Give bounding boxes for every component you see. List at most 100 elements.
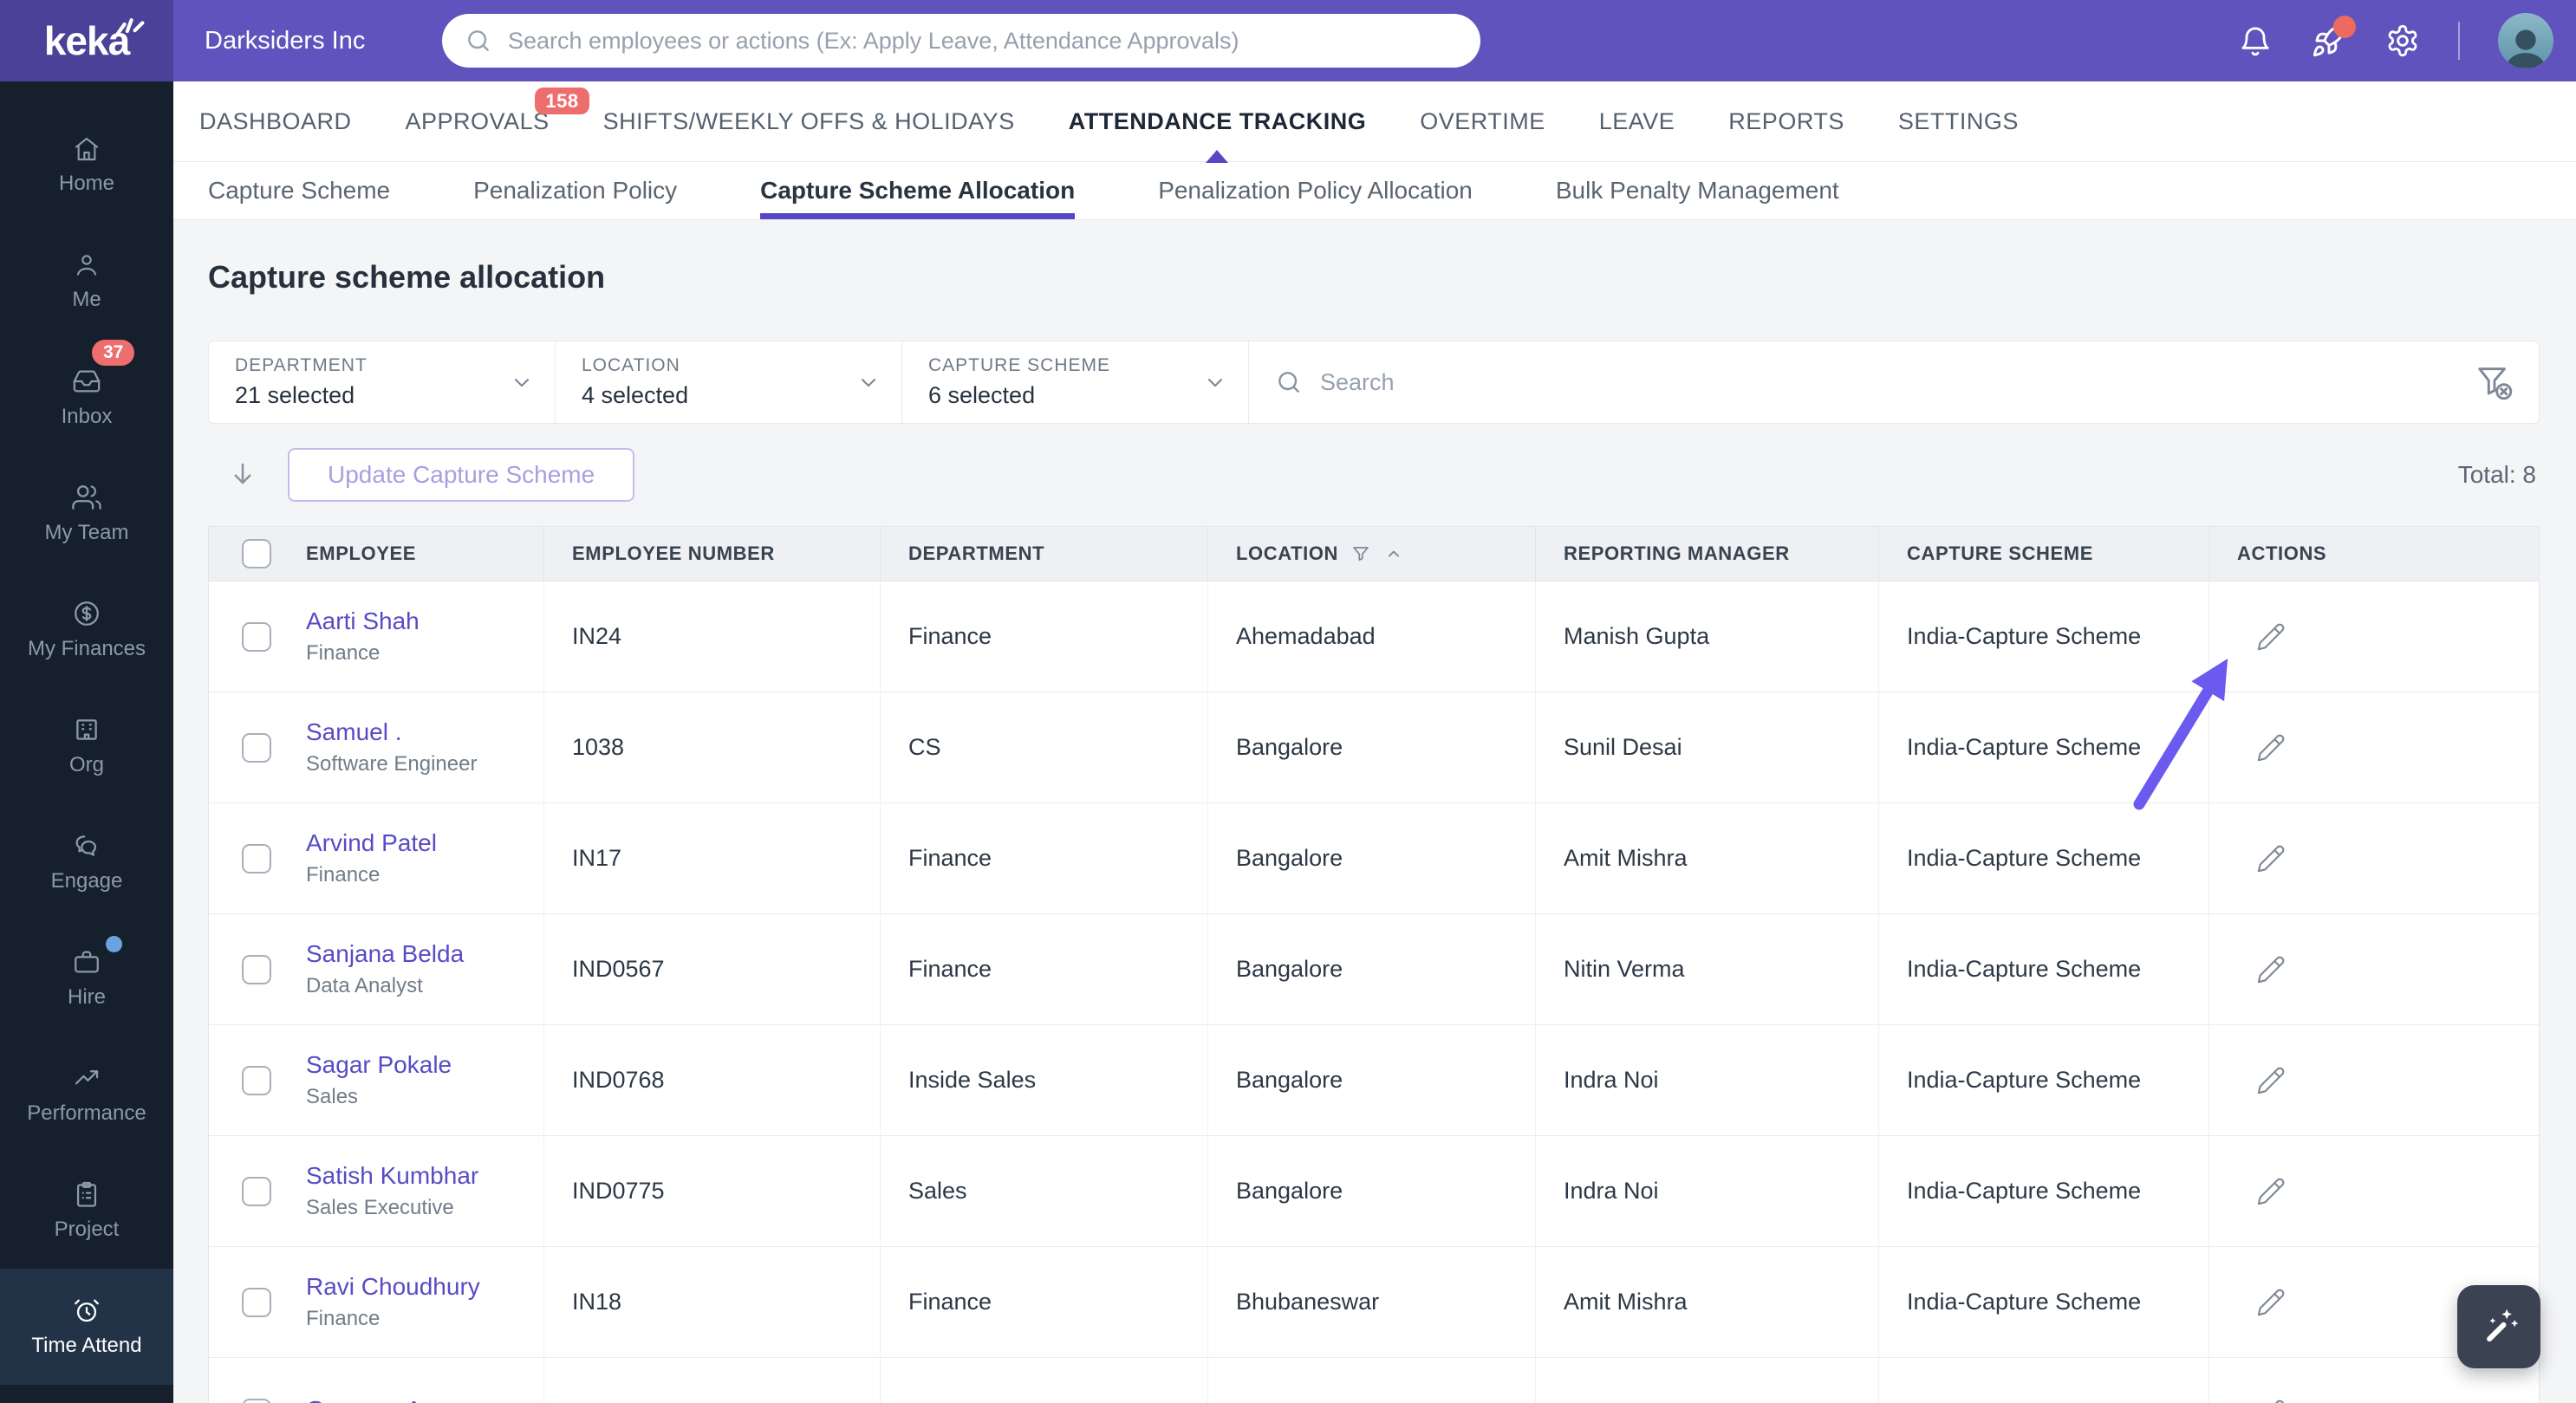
tab-overtime[interactable]: OVERTIME [1420,108,1545,135]
subtab-penalization-policy-allocation[interactable]: Penalization Policy Allocation [1158,162,1473,219]
edit-pencil-icon[interactable] [2256,733,2286,763]
clear-filters-button[interactable] [2469,341,2539,423]
user-avatar[interactable] [2498,13,2553,68]
tab-leave[interactable]: LEAVE [1599,108,1675,135]
table-row: Satish Kumbhar Sales Executive IND0775 Sa… [209,1136,2539,1247]
row-checkbox[interactable] [242,1398,271,1403]
sidebar-item-inbox[interactable]: 37 Inbox [0,340,173,456]
app-root: keka Darksiders Inc Search employees or … [0,0,2576,1403]
table-toolbar: Update Capture Scheme Total: 8 [208,424,2540,526]
col-location: LOCATION [1236,542,1339,564]
employee-link[interactable]: Arvind Patel [306,829,437,857]
sidebar-item-performance[interactable]: Performance [0,1036,173,1153]
chevron-down-icon [514,379,530,387]
department-filter-dropdown[interactable]: DEPARTMENT 21 selected [209,341,556,423]
whats-new-rocket-icon[interactable] [2311,16,2356,59]
edit-pencil-icon[interactable] [2256,1177,2286,1206]
subtab-capture-scheme[interactable]: Capture Scheme [208,162,390,219]
employee-link[interactable]: Ravi Choudhury [306,1273,480,1301]
department-cell: Finance [881,803,1208,913]
department-cell: CS [881,692,1208,802]
download-arrow-icon[interactable] [227,459,258,490]
sidebar-item-hire[interactable]: Hire [0,920,173,1036]
employee-link[interactable]: Sanjana Belda [306,940,464,968]
edit-pencil-icon[interactable] [2256,622,2286,652]
location-cell: Bangalore [1208,692,1536,802]
topbar-divider [2458,22,2460,60]
magic-wand-button[interactable] [2457,1285,2540,1368]
scheme-cell: India-Capture Scheme [1879,581,2209,692]
subtab-capture-scheme-allocation[interactable]: Capture Scheme Allocation [760,162,1076,219]
sidebar-item-my-team[interactable]: My Team [0,456,173,572]
tab-approvals[interactable]: APPROVALS 158 [406,87,589,135]
row-checkbox[interactable] [242,954,271,984]
chevron-down-icon [1207,379,1223,387]
sidebar-item-project[interactable]: Project [0,1153,173,1269]
employee-number-cell: IN24 [544,581,881,692]
table-search-input[interactable] [1318,367,2443,397]
select-all-checkbox[interactable] [242,539,271,568]
location-cell: Bhubaneswar [1208,1247,1536,1357]
sidebar-item-me[interactable]: Me [0,224,173,340]
employee-link[interactable]: Sagar Pokale [306,1051,452,1079]
row-checkbox[interactable] [242,732,271,763]
edit-pencil-icon[interactable] [2256,1399,2286,1403]
location-filter-icon[interactable] [1350,543,1371,564]
employee-link[interactable]: Aarti Shah [306,607,420,635]
notifications-bell-icon[interactable] [2238,23,2273,58]
global-search-input[interactable] [506,26,1472,55]
hire-notification-dot [106,936,122,952]
row-checkbox[interactable] [242,1287,271,1317]
employee-number-cell: IN19 [544,1358,881,1403]
subtab-bulk-penalty-management[interactable]: Bulk Penalty Management [1556,162,1839,219]
employee-link[interactable]: Granger, Amy [306,1396,454,1403]
sidebar-item-engage[interactable]: Engage [0,804,173,920]
edit-pencil-icon[interactable] [2256,1066,2286,1095]
row-checkbox[interactable] [242,1065,271,1095]
tab-reports[interactable]: REPORTS [1728,108,1844,135]
sidebar-item-home[interactable]: Home [0,107,173,224]
clipboard-icon [76,1181,97,1207]
subtab-penalization-policy[interactable]: Penalization Policy [473,162,677,219]
row-checkbox[interactable] [242,843,271,874]
capture-scheme-filter-dropdown[interactable]: CAPTURE SCHEME 6 selected [902,341,1249,423]
sidebar-item-my-finances[interactable]: My Finances [0,572,173,688]
location-filter-dropdown[interactable]: LOCATION 4 selected [556,341,902,423]
home-icon [75,137,99,161]
table-search[interactable] [1249,341,2469,423]
row-checkbox[interactable] [242,621,271,652]
sidebar-item-time-attend[interactable]: Time Attend [0,1269,173,1385]
col-department: DEPARTMENT [881,527,1208,581]
employee-role: Software Engineer [306,752,478,776]
employee-number-cell: IN18 [544,1247,881,1357]
edit-pencil-icon[interactable] [2256,844,2286,874]
employee-link[interactable]: Samuel . [306,718,477,746]
tab-attendance-tracking[interactable]: ATTENDANCE TRACKING [1069,108,1366,135]
tab-dashboard[interactable]: DASHBOARD [199,108,352,135]
trending-up-icon [75,1070,99,1085]
location-sort-icon[interactable] [1383,543,1404,564]
update-capture-scheme-button[interactable]: Update Capture Scheme [288,448,635,502]
employee-role: Sales Executive [306,1196,454,1219]
global-search[interactable] [442,14,1480,68]
engage-chat-icon [75,835,97,856]
tab-settings[interactable]: SETTINGS [1898,108,2019,135]
module-nav: DASHBOARD APPROVALS 158 SHIFTS/WEEKLY OF… [173,81,2576,162]
keka-logo[interactable]: keka [0,0,173,81]
settings-gear-icon[interactable] [2385,23,2420,58]
team-icon [72,485,101,510]
employee-link[interactable]: Satish Kumbhar [306,1162,478,1190]
employee-role: Sales [306,1085,359,1108]
chevron-down-icon [861,379,876,387]
department-cell: Finance [881,1247,1208,1357]
scheme-cell: India-Capture Scheme [1879,803,2209,913]
employee-number-cell: IN17 [544,803,881,913]
edit-pencil-icon[interactable] [2256,1288,2286,1317]
row-checkbox[interactable] [242,1176,271,1206]
scheme-cell: India-Capture Scheme [1879,1025,2209,1135]
scheme-cell: India-Capture Scheme [1879,1136,2209,1246]
table-row: Arvind Patel Finance IN17 Finance Bangalo… [209,803,2539,914]
edit-pencil-icon[interactable] [2256,955,2286,984]
tab-shifts-weekly-offs-holidays[interactable]: SHIFTS/WEEKLY OFFS & HOLIDAYS [603,108,1015,135]
sidebar-item-org[interactable]: Org [0,688,173,804]
